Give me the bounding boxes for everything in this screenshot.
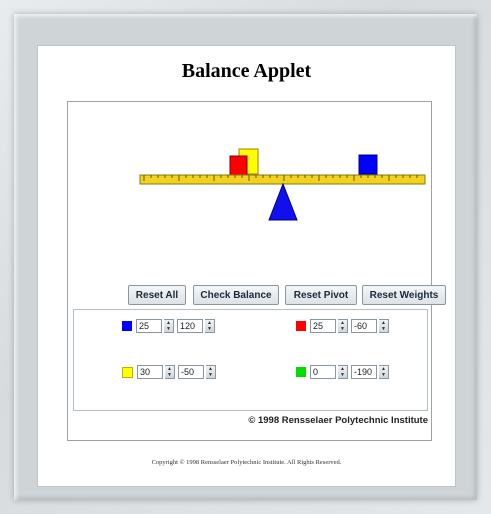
- green-mass-spinner[interactable]: 0 ▲ ▼: [310, 365, 348, 379]
- pivot-triangle[interactable]: [268, 182, 298, 221]
- blue-swatch: [122, 321, 132, 331]
- weight-row-green: 0 ▲ ▼ -190 ▲ ▼: [296, 365, 392, 379]
- green-swatch: [296, 367, 306, 377]
- page: Balance Applet Reset All Check Balance R…: [37, 45, 456, 487]
- yellow-mass-field[interactable]: 30: [137, 365, 163, 379]
- red-weight-block[interactable]: [229, 155, 248, 176]
- yellow-position-spinner[interactable]: -50 ▲ ▼: [178, 365, 216, 379]
- reset-pivot-button[interactable]: Reset Pivot: [285, 285, 357, 305]
- green-mass-field[interactable]: 0: [310, 365, 336, 379]
- reset-all-button[interactable]: Reset All: [128, 285, 186, 305]
- page-copyright: Copyright © 1998 Rensselaer Polytechnic …: [151, 459, 342, 466]
- green-position-field[interactable]: -190: [351, 365, 377, 379]
- red-mass-spinner[interactable]: 25 ▲ ▼: [310, 319, 348, 333]
- weight-row-red: 25 ▲ ▼ -60 ▲ ▼: [296, 319, 392, 333]
- reset-weights-button[interactable]: Reset Weights: [362, 285, 446, 305]
- red-position-field[interactable]: -60: [351, 319, 377, 333]
- spinner-arrows-icon[interactable]: ▲ ▼: [338, 319, 348, 333]
- red-mass-field[interactable]: 25: [310, 319, 336, 333]
- blue-weight-block[interactable]: [358, 154, 378, 175]
- spinner-arrows-icon[interactable]: ▲ ▼: [379, 319, 389, 333]
- weights-panel: 25 ▲ ▼ 120 ▲ ▼ 25 ▲ ▼ -60 ▲ ▼ 30 ▲ ▼ -50…: [73, 309, 428, 411]
- balance-applet[interactable]: Reset All Check Balance Reset Pivot Rese…: [67, 101, 446, 441]
- yellow-mass-spinner[interactable]: 30 ▲ ▼: [137, 365, 175, 379]
- spinner-arrows-icon[interactable]: ▲ ▼: [338, 365, 348, 379]
- page-title: Balance Applet: [181, 60, 312, 82]
- green-position-spinner[interactable]: -190 ▲ ▼: [351, 365, 389, 379]
- spinner-arrows-icon[interactable]: ▲ ▼: [165, 365, 175, 379]
- blue-mass-spinner[interactable]: 25 ▲ ▼: [136, 319, 174, 333]
- spinner-arrows-icon[interactable]: ▲ ▼: [164, 319, 174, 333]
- red-swatch: [296, 321, 306, 331]
- spinner-arrows-icon[interactable]: ▲ ▼: [205, 319, 215, 333]
- weight-row-yellow: 30 ▲ ▼ -50 ▲ ▼: [122, 365, 219, 379]
- blue-position-spinner[interactable]: 120 ▲ ▼: [177, 319, 215, 333]
- blue-mass-field[interactable]: 25: [136, 319, 162, 333]
- applet-copyright: © 1998 Rensselaer Polytechnic Institute: [248, 415, 428, 426]
- blue-position-field[interactable]: 120: [177, 319, 203, 333]
- yellow-swatch: [122, 366, 133, 378]
- yellow-position-field[interactable]: -50: [178, 365, 204, 379]
- check-balance-button[interactable]: Check Balance: [193, 285, 279, 305]
- spinner-arrows-icon[interactable]: ▲ ▼: [379, 365, 389, 379]
- spinner-arrows-icon[interactable]: ▲ ▼: [206, 365, 216, 379]
- balance-scene: [139, 148, 426, 221]
- red-position-spinner[interactable]: -60 ▲ ▼: [351, 319, 389, 333]
- weight-row-blue: 25 ▲ ▼ 120 ▲ ▼: [122, 319, 218, 333]
